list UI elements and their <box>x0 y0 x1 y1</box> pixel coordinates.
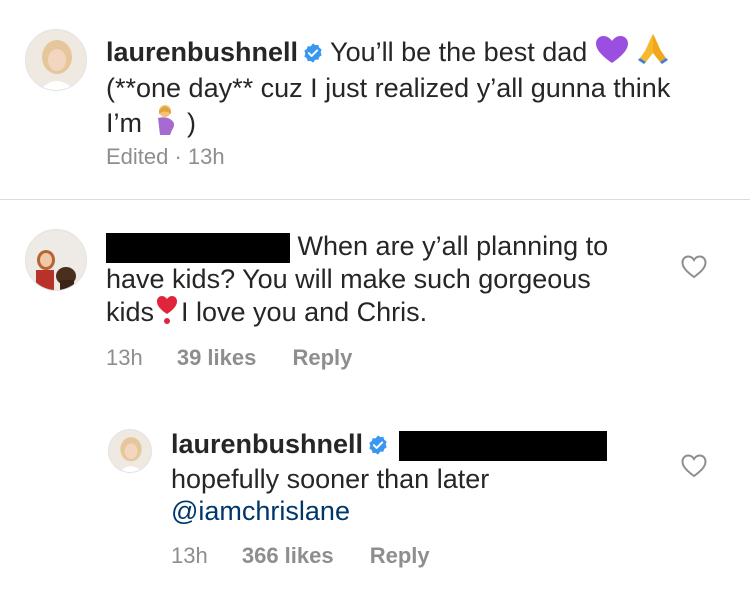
comment-1-line-3-pre: kids <box>106 296 155 327</box>
reply-1-likes[interactable]: 366 likes <box>242 543 334 568</box>
folded-hands-emoji <box>636 31 670 72</box>
pregnant-woman-emoji <box>150 104 180 143</box>
purple-heart-emoji <box>595 35 629 72</box>
caption-line-3-post: ) <box>187 108 197 138</box>
avatar-commenter[interactable] <box>25 229 87 291</box>
like-comment-1-heart-icon[interactable] <box>681 255 707 284</box>
mention-iamchrislane[interactable]: @iamchrislane <box>171 495 671 527</box>
comment-1-line-1: When are y’all planning to <box>106 230 676 263</box>
comment-1-line-2: have kids? You will make such gorgeous <box>106 263 591 294</box>
comment-1-reply-button[interactable]: Reply <box>292 345 352 370</box>
avatar-photo <box>26 230 86 290</box>
reply-1-reply-button[interactable]: Reply <box>370 543 430 568</box>
reply-1-line-2: hopefully sooner than later <box>171 464 490 494</box>
caption-line-3: I’m ) <box>106 104 736 143</box>
comment-1-line-3-post: I love you and Chris. <box>181 296 428 327</box>
avatar-photo <box>109 430 151 472</box>
comment-1-time: 13h <box>106 345 143 370</box>
reply-1-username[interactable]: laurenbushnell <box>171 429 363 459</box>
comment-1-likes[interactable]: 39 likes <box>177 345 257 370</box>
like-reply-1-heart-icon[interactable] <box>681 454 707 483</box>
caption-username[interactable]: laurenbushnell <box>106 37 298 67</box>
heart-exclamation-emoji <box>156 295 178 332</box>
comment-1-text: When are y’all planning to have kids? Yo… <box>106 230 676 332</box>
reply-1-line-1: laurenbushnell <box>171 428 671 463</box>
caption-line-3-pre: I’m <box>106 108 142 138</box>
avatar-laurenbushnell[interactable] <box>25 29 87 91</box>
avatar-laurenbushnell-reply[interactable] <box>108 429 152 473</box>
comment-1-meta: 13h 39 likes Reply <box>106 345 352 371</box>
caption-line-1: laurenbushnell You’ll be the best dad <box>106 31 736 72</box>
redacted-username <box>106 232 290 263</box>
redacted-mention <box>399 430 608 461</box>
avatar-photo <box>26 30 86 90</box>
section-divider <box>0 199 750 200</box>
reply-1-time: 13h <box>171 543 208 568</box>
reply-1-meta: 13h 366 likes Reply <box>171 543 430 569</box>
verified-badge-icon <box>367 431 389 463</box>
verified-badge-icon <box>302 39 324 71</box>
caption-text: laurenbushnell You’ll be the best dad (**… <box>106 31 736 143</box>
comment-1-line-1-text: When are y’all planning to <box>297 231 609 261</box>
caption-meta: Edited · 13h <box>106 144 225 169</box>
caption-line-1-text: You’ll be the best dad <box>330 37 588 67</box>
caption-line-2: (**one day** cuz I just realized y’all g… <box>106 73 671 103</box>
reply-1-text: laurenbushnell hopefully sooner than lat… <box>171 428 671 527</box>
comment-1-line-3: kids I love you and Chris. <box>106 295 676 332</box>
